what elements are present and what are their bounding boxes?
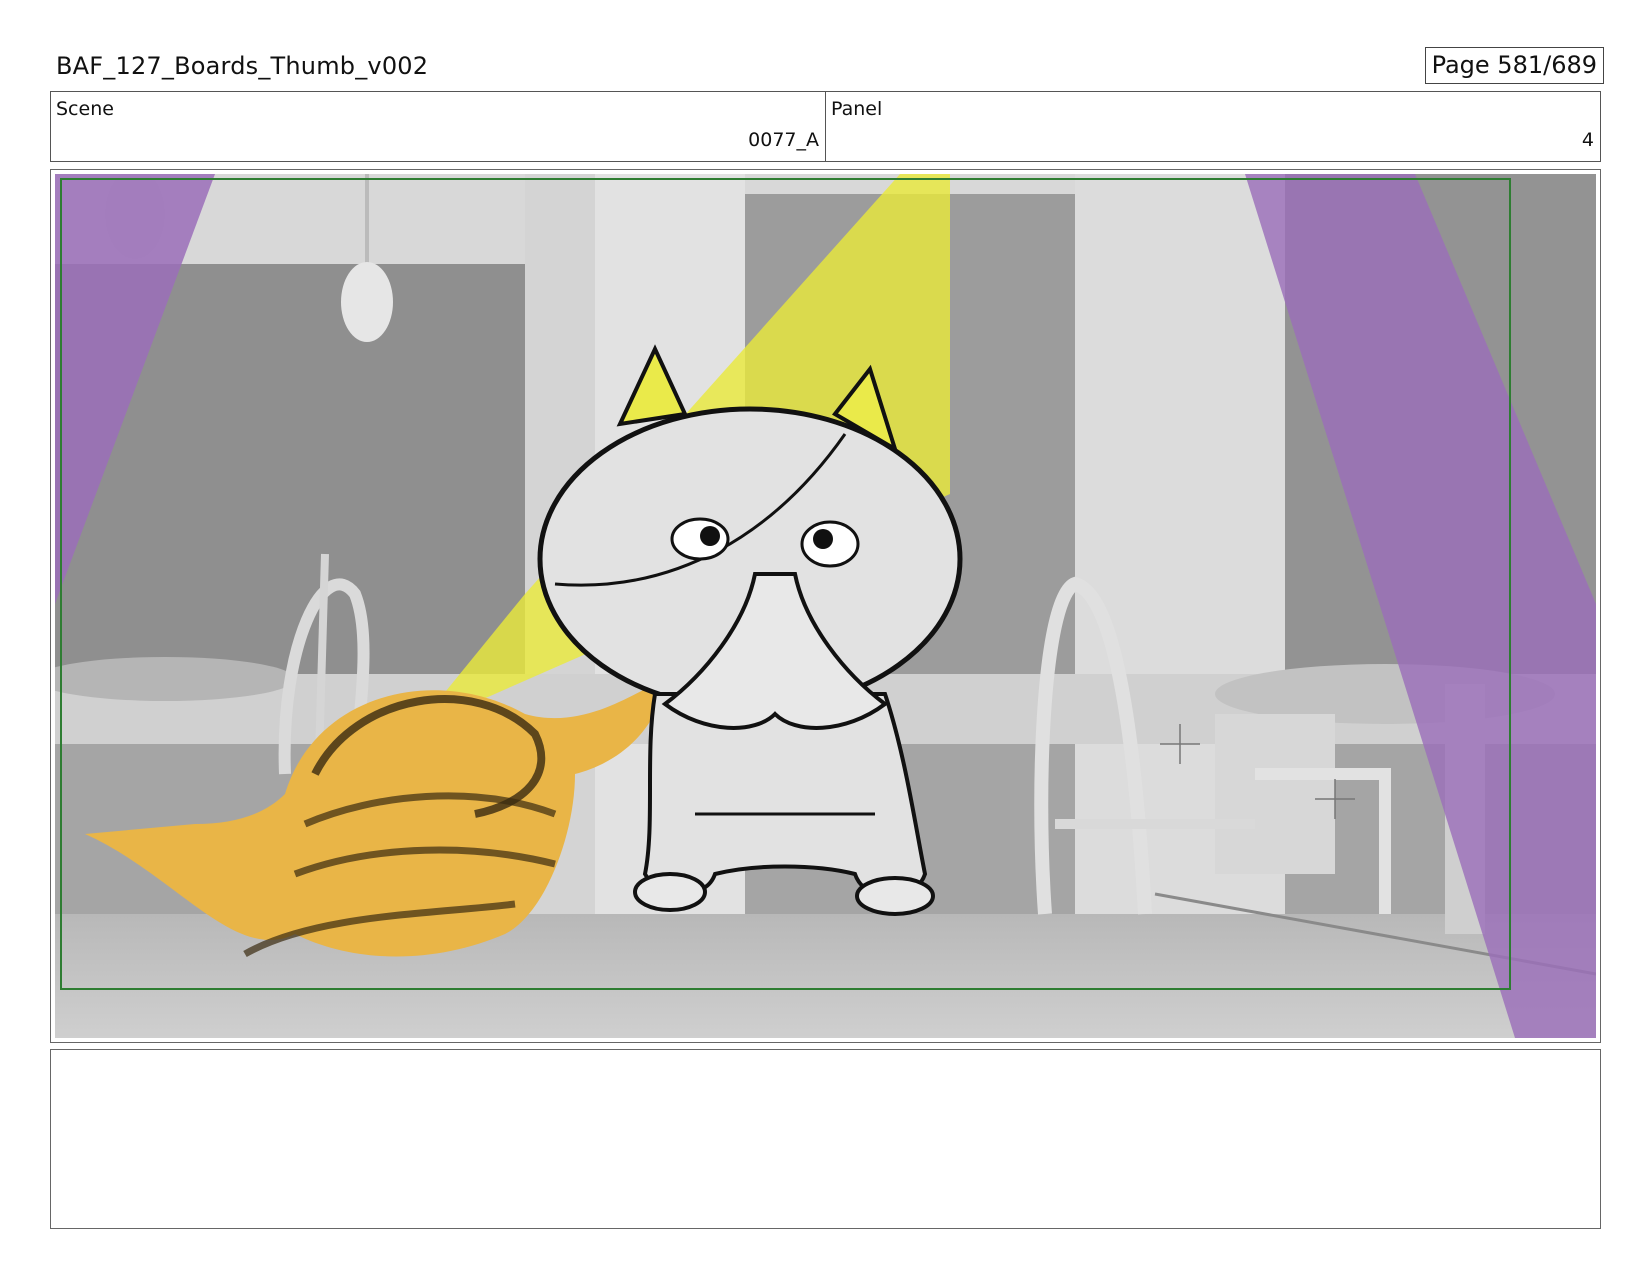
panel-label: Panel	[831, 98, 883, 120]
page-counter: Page 581/689	[1424, 47, 1604, 84]
scene-value: 0077_A	[748, 129, 819, 151]
cat-body	[642, 692, 928, 899]
document-title: BAF_127_Boards_Thumb_v002	[56, 52, 429, 80]
scene-label: Scene	[56, 98, 114, 120]
storyboard-sketch-icon	[55, 174, 1596, 1038]
notes-box	[50, 1049, 1601, 1229]
panel-cell: Panel 4	[825, 92, 1600, 161]
cat-foot-right	[855, 876, 935, 916]
scene-cell: Scene 0077_A	[51, 92, 825, 161]
panel-value: 4	[1581, 129, 1594, 151]
scene-panel-info-row: Scene 0077_A Panel 4	[50, 91, 1601, 162]
storyboard-panel	[50, 169, 1601, 1043]
lamp-center	[341, 262, 393, 342]
cat-eye-left	[670, 517, 730, 561]
cat-foot-left	[633, 872, 707, 912]
